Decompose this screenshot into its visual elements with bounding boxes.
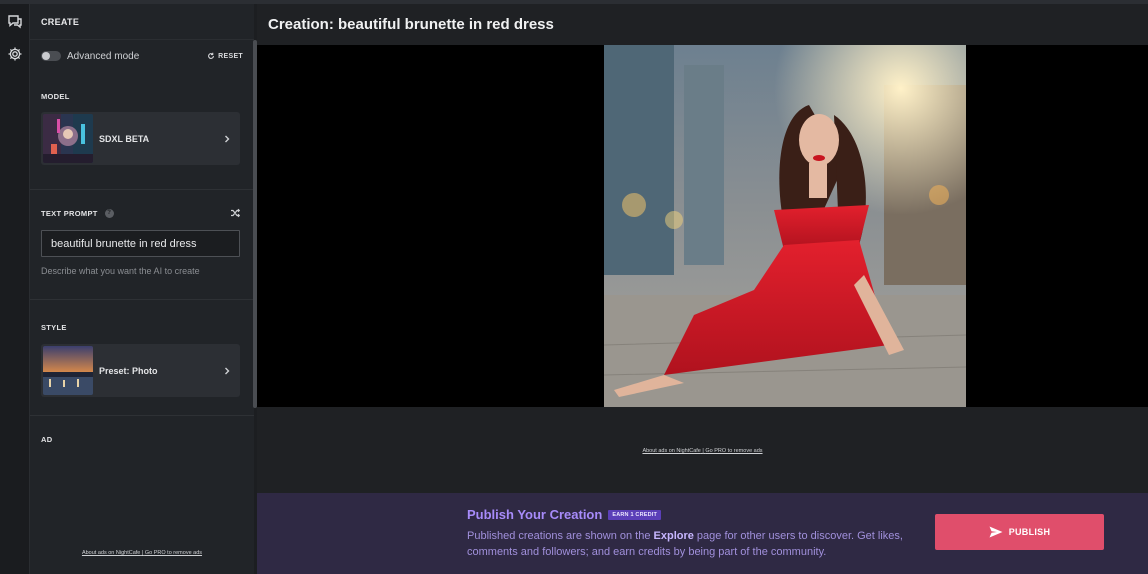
chevron-right-icon	[225, 367, 230, 374]
ad-link-separator: |	[141, 550, 144, 556]
model-section: MODEL SDXL BETA	[30, 88, 254, 190]
about-ads-link[interactable]: About ads on NightCafe	[642, 448, 700, 454]
prompt-section: TEXT PROMPT ? beautiful brunette in red …	[30, 190, 254, 300]
generated-image[interactable]	[604, 45, 966, 407]
publish-description: Published creations are shown on the Exp…	[467, 528, 917, 560]
explore-link[interactable]: Explore	[654, 530, 694, 542]
reset-button[interactable]: RESET	[207, 52, 243, 60]
model-selector[interactable]: SDXL BETA	[41, 112, 240, 165]
model-thumbnail	[43, 114, 93, 163]
style-selector[interactable]: Preset: Photo	[41, 344, 240, 397]
about-ads-link[interactable]: About ads on NightCafe	[82, 550, 140, 556]
ad-section: AD About ads on NightCafe | Go PRO to re…	[30, 416, 254, 574]
send-icon	[989, 526, 1003, 538]
page-title: Creation: beautiful brunette in red dres…	[268, 16, 554, 33]
style-name: Preset: Photo	[99, 365, 158, 376]
ad-links: About ads on NightCafe | Go PRO to remov…	[30, 550, 254, 556]
go-pro-link[interactable]: Go PRO to remove ads	[145, 550, 202, 556]
publish-panel: Publish Your Creation EARN 1 CREDIT Publ…	[257, 493, 1148, 574]
main-area: Creation: beautiful brunette in red dres…	[257, 4, 1148, 574]
prompt-input[interactable]: beautiful brunette in red dress	[41, 230, 240, 257]
style-thumbnail	[43, 346, 93, 395]
publish-desc-before: Published creations are shown on the	[467, 530, 654, 542]
model-section-label: MODEL	[41, 92, 70, 101]
publish-button-label: PUBLISH	[1008, 527, 1051, 537]
icon-rail	[0, 4, 30, 574]
advanced-mode-label: Advanced mode	[67, 50, 140, 62]
earn-credit-badge: EARN 1 CREDIT	[608, 509, 662, 520]
help-icon[interactable]: ?	[104, 208, 114, 218]
publish-button[interactable]: PUBLISH	[935, 514, 1104, 550]
publish-title: Publish Your Creation	[467, 507, 603, 522]
style-section-label: STYLE	[41, 323, 67, 332]
chevron-right-icon	[225, 135, 230, 142]
shuffle-icon[interactable]	[230, 208, 240, 218]
panel-header: CREATE	[30, 4, 254, 40]
prompt-section-label: TEXT PROMPT	[41, 208, 98, 218]
reset-label: RESET	[218, 52, 243, 60]
gear-icon[interactable]	[6, 45, 24, 63]
main-ad-links: About ads on NightCafe | Go PRO to remov…	[257, 448, 1148, 454]
refresh-icon	[208, 52, 215, 59]
ad-section-label: AD	[41, 435, 53, 444]
advanced-mode-toggle[interactable]	[41, 51, 61, 61]
advanced-mode-row: Advanced mode RESET	[30, 40, 254, 72]
ad-link-separator: |	[702, 448, 704, 454]
image-stage	[257, 45, 1148, 407]
create-panel: CREATE Advanced mode RESET MODEL SDXL BE…	[30, 4, 254, 574]
go-pro-link[interactable]: Go PRO to remove ads	[705, 448, 762, 454]
style-section: STYLE Preset: Photo	[30, 300, 254, 416]
model-name: SDXL BETA	[99, 133, 150, 144]
prompt-hint: Describe what you want the AI to create	[41, 266, 200, 276]
chat-icon[interactable]	[6, 12, 24, 30]
